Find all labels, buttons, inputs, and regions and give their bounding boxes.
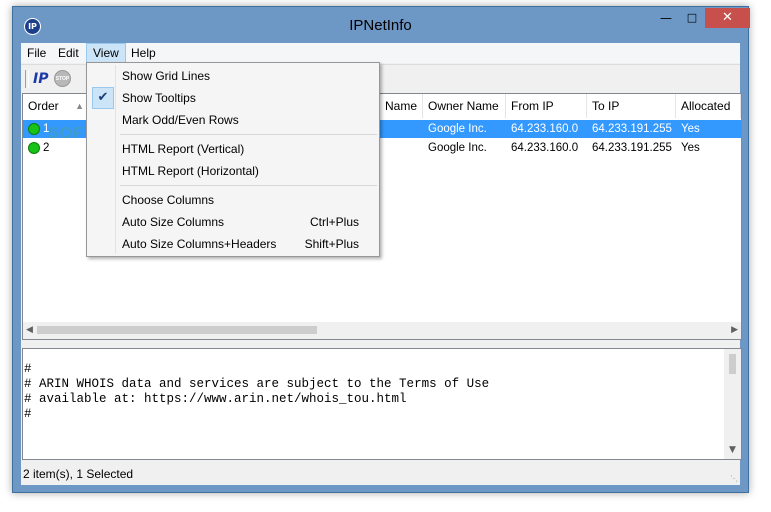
cell-to-ip: 64.233.191.255 bbox=[592, 123, 672, 135]
column-header-owner-name[interactable]: Owner Name bbox=[423, 94, 506, 118]
menu-item-auto-size-columns[interactable]: Auto Size Columns Ctrl+Plus bbox=[89, 211, 377, 233]
menu-separator bbox=[120, 185, 377, 186]
menu-item-label: HTML Report (Vertical) bbox=[122, 142, 245, 156]
menu-item-shortcut: Shift+Plus bbox=[304, 237, 359, 251]
maximize-button[interactable]: □ bbox=[679, 8, 705, 28]
menu-item-auto-size-columns-headers[interactable]: Auto Size Columns+Headers Shift+Plus bbox=[89, 233, 377, 255]
menu-item-show-grid-lines[interactable]: Show Grid Lines bbox=[89, 65, 377, 87]
column-header-order[interactable]: Order ▲ bbox=[23, 94, 93, 118]
menu-file[interactable]: File bbox=[21, 43, 52, 63]
cell-to-ip: 64.233.191.255 bbox=[592, 142, 672, 154]
menu-item-html-report-horizontal[interactable]: HTML Report (Horizontal) bbox=[89, 160, 377, 182]
menu-item-label: Show Grid Lines bbox=[122, 69, 211, 83]
menu-view[interactable]: View bbox=[86, 43, 126, 63]
column-header-from-ip[interactable]: From IP bbox=[506, 94, 587, 118]
cell-from-ip: 64.233.160.0 bbox=[511, 142, 579, 154]
menu-bar: File Edit View Help bbox=[21, 43, 740, 63]
scrollbar-thumb[interactable] bbox=[729, 354, 736, 374]
menu-item-label: Auto Size Columns bbox=[122, 215, 225, 229]
cell-owner-name: Google Inc. bbox=[428, 123, 487, 135]
menu-separator bbox=[120, 134, 377, 135]
column-header-allocated[interactable]: Allocated bbox=[676, 94, 741, 118]
column-header-name[interactable]: Name bbox=[380, 94, 423, 118]
column-header-to-ip[interactable]: To IP bbox=[587, 94, 676, 118]
toolbar-grip bbox=[25, 70, 29, 88]
checkmark-icon: ✔ bbox=[92, 87, 114, 109]
menu-item-shortcut: Ctrl+Plus bbox=[309, 215, 359, 229]
menu-item-label: Mark Odd/Even Rows bbox=[122, 113, 239, 127]
scroll-down-icon[interactable]: ▼ bbox=[729, 442, 736, 459]
scrollbar-thumb[interactable] bbox=[37, 326, 317, 334]
menu-item-label: Show Tooltips bbox=[122, 91, 196, 105]
view-menu-dropdown: Show Grid Lines ✔ Show Tooltips Mark Odd… bbox=[86, 62, 380, 257]
menu-item-label: Choose Columns bbox=[122, 193, 215, 207]
cell-from-ip: 64.233.160.0 bbox=[511, 123, 579, 135]
status-bar: 2 item(s), 1 Selected ⋱ bbox=[21, 463, 740, 485]
horizontal-scrollbar[interactable]: ◀ ▶ bbox=[23, 322, 741, 339]
cell-owner-name: Google Inc. bbox=[428, 142, 487, 154]
menu-item-choose-columns[interactable]: Choose Columns bbox=[89, 189, 377, 211]
title-bar[interactable]: IP IPNetInfo — □ ✕ bbox=[13, 7, 750, 43]
close-button[interactable]: ✕ bbox=[705, 8, 750, 28]
window-title: IPNetInfo bbox=[349, 17, 412, 34]
menu-item-mark-odd-even-rows[interactable]: Mark Odd/Even Rows bbox=[89, 109, 377, 131]
cell-allocated: Yes bbox=[681, 123, 700, 135]
sort-ascending-icon: ▲ bbox=[75, 101, 84, 111]
whois-text-pane[interactable]: # # ARIN WHOIS data and services are sub… bbox=[22, 348, 742, 460]
status-text: 2 item(s), 1 Selected bbox=[23, 467, 134, 481]
stop-button[interactable]: STOP bbox=[54, 70, 71, 87]
whois-text: # # ARIN WHOIS data and services are sub… bbox=[24, 362, 490, 421]
menu-edit[interactable]: Edit bbox=[52, 43, 85, 63]
status-green-icon bbox=[28, 123, 40, 135]
scroll-right-icon[interactable]: ▶ bbox=[731, 322, 738, 339]
pane-splitter[interactable] bbox=[21, 340, 740, 348]
minimize-button[interactable]: — bbox=[653, 8, 679, 28]
column-label-order: Order bbox=[28, 99, 59, 113]
cell-allocated: Yes bbox=[681, 142, 700, 154]
menu-item-show-tooltips[interactable]: ✔ Show Tooltips bbox=[89, 87, 377, 109]
menu-item-html-report-vertical[interactable]: HTML Report (Vertical) bbox=[89, 138, 377, 160]
menu-item-label: Auto Size Columns+Headers bbox=[122, 237, 277, 251]
scroll-left-icon[interactable]: ◀ bbox=[26, 322, 33, 339]
resize-grip-icon[interactable]: ⋱ bbox=[730, 474, 738, 483]
ip-lookup-button[interactable]: IP bbox=[33, 70, 49, 88]
status-green-icon bbox=[28, 142, 40, 154]
menu-item-label: HTML Report (Horizontal) bbox=[122, 164, 259, 178]
vertical-scrollbar[interactable]: ▼ bbox=[724, 349, 741, 459]
menu-help[interactable]: Help bbox=[125, 43, 162, 63]
